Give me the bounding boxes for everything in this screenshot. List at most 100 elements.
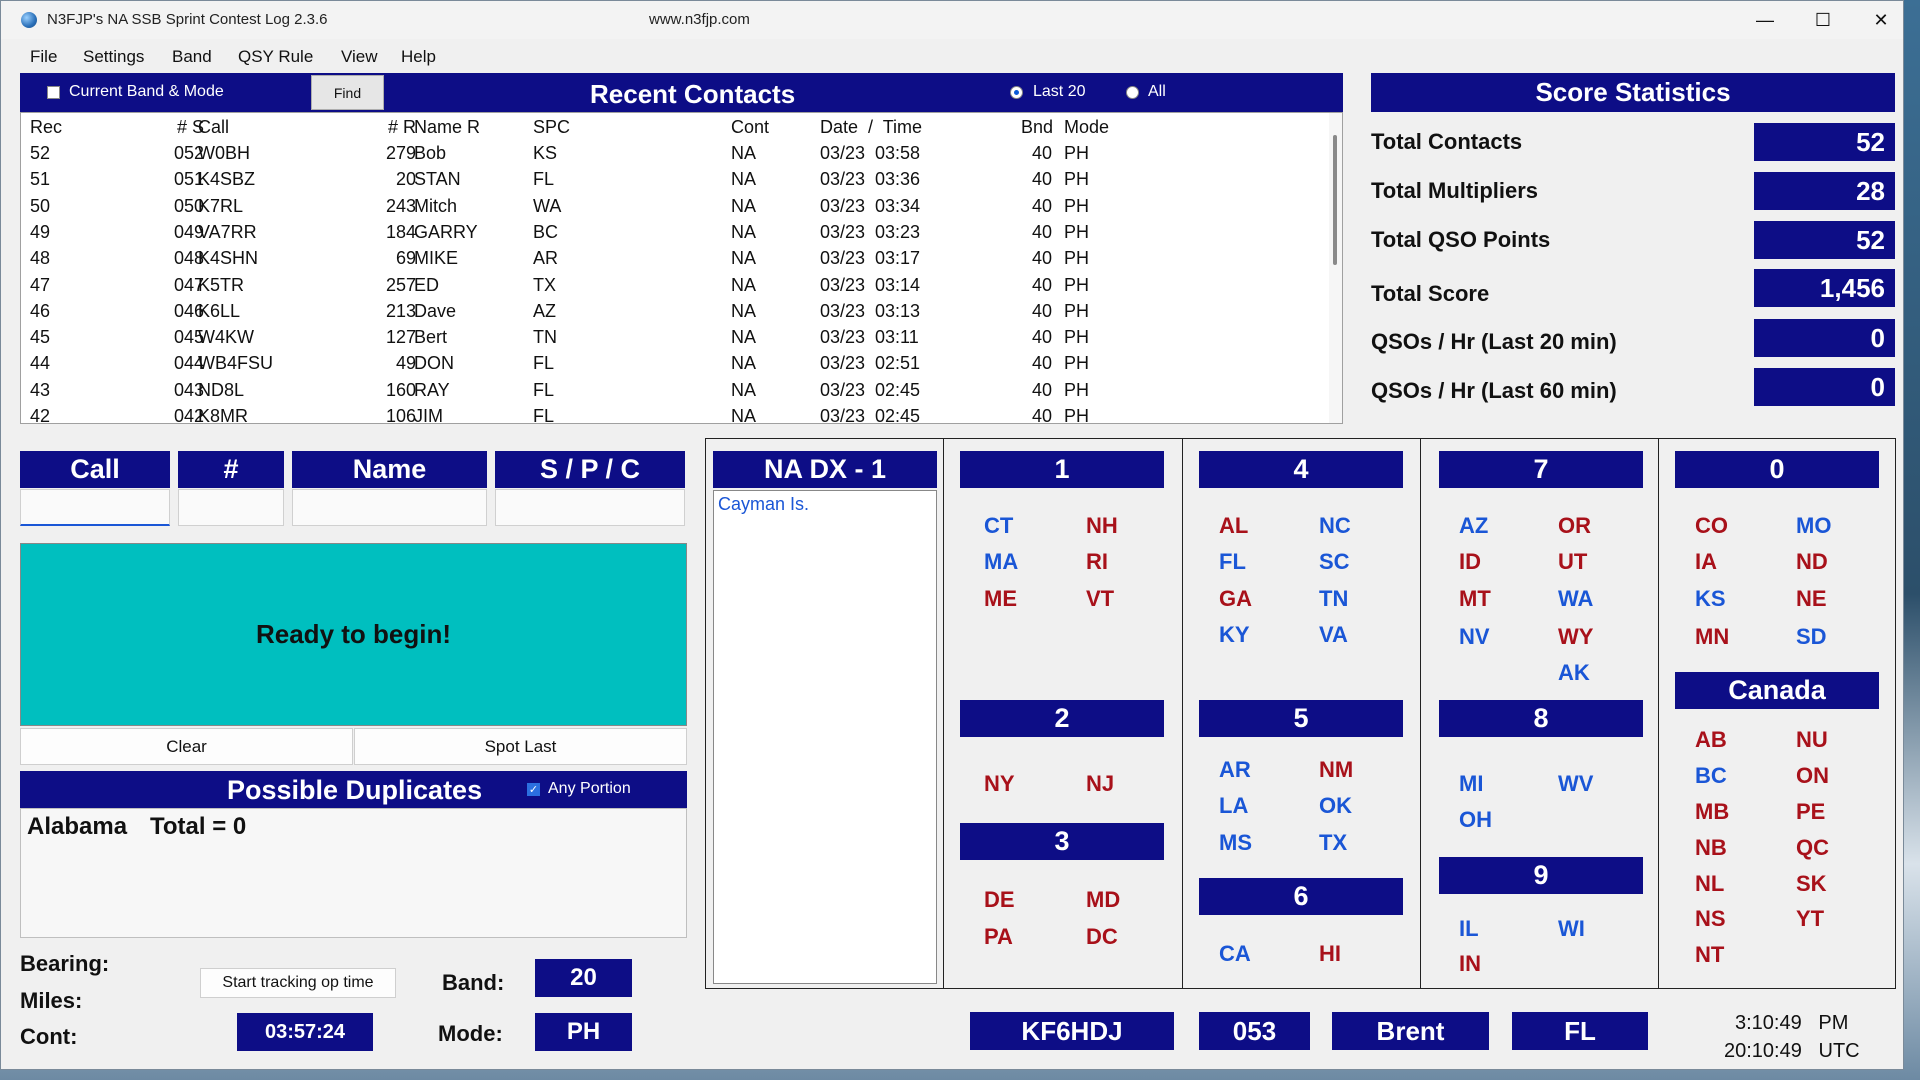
mult-sc[interactable]: SC: [1319, 549, 1350, 575]
close-button[interactable]: ✕: [1852, 1, 1903, 39]
table-row[interactable]: 46 046 K6LL 213 Dave AZ NA 03/23 03:13 40 PH: [21, 299, 1146, 325]
table-row[interactable]: 44 044 WB4FSU 49 DON FL NA 03/23 02:51 40 PH: [21, 351, 1146, 377]
mult-yt[interactable]: YT: [1796, 906, 1824, 932]
mult-dc[interactable]: DC: [1086, 924, 1118, 950]
mult-sd[interactable]: SD: [1796, 624, 1827, 650]
menu-file[interactable]: File: [30, 47, 57, 67]
last20-radio[interactable]: [1010, 86, 1023, 99]
name-input[interactable]: [292, 489, 487, 526]
mult-on[interactable]: ON: [1796, 763, 1829, 789]
mult-ok[interactable]: OK: [1319, 793, 1352, 819]
table-row[interactable]: 51 051 K4SBZ 20 STAN FL NA 03/23 03:36 40 PH: [21, 167, 1146, 193]
col-s[interactable]: # S: [154, 117, 204, 138]
mult-de[interactable]: DE: [984, 887, 1015, 913]
col-r[interactable]: # R: [371, 117, 416, 138]
mult-pe[interactable]: PE: [1796, 799, 1825, 825]
table-row[interactable]: 48 048 K4SHN 69 MIKE AR NA 03/23 03:17 40 PH: [21, 246, 1146, 272]
mult-al[interactable]: AL: [1219, 513, 1248, 539]
menu-help[interactable]: Help: [401, 47, 436, 67]
table-row[interactable]: 43 043 ND8L 160 RAY FL NA 03/23 02:45 40 PH: [21, 378, 1146, 404]
mult-ia[interactable]: IA: [1695, 549, 1717, 575]
mult-ar[interactable]: AR: [1219, 757, 1251, 783]
mult-vt[interactable]: VT: [1086, 586, 1114, 612]
mult-hi[interactable]: HI: [1319, 941, 1341, 967]
col-spc[interactable]: SPC: [533, 117, 570, 138]
mult-ks[interactable]: KS: [1695, 586, 1726, 612]
menu-settings[interactable]: Settings: [83, 47, 144, 67]
mult-nm[interactable]: NM: [1319, 757, 1353, 783]
band-value[interactable]: 20: [535, 959, 632, 997]
mult-nb[interactable]: NB: [1695, 835, 1727, 861]
mult-ny[interactable]: NY: [984, 771, 1015, 797]
number-input[interactable]: [178, 489, 284, 526]
mult-nl[interactable]: NL: [1695, 871, 1724, 897]
mode-value[interactable]: PH: [535, 1013, 632, 1051]
mult-mn[interactable]: MN: [1695, 624, 1729, 650]
mult-ns[interactable]: NS: [1695, 906, 1726, 932]
col-date-time[interactable]: Date / Time: [820, 117, 922, 138]
mult-ab[interactable]: AB: [1695, 727, 1727, 753]
all-radio[interactable]: [1126, 86, 1139, 99]
mult-mo[interactable]: MO: [1796, 513, 1831, 539]
mult-nj[interactable]: NJ: [1086, 771, 1114, 797]
mult-nu[interactable]: NU: [1796, 727, 1828, 753]
mult-fl[interactable]: FL: [1219, 549, 1246, 575]
recent-contacts-grid[interactable]: Rec # S Call # R Name R SPC Cont Date / …: [20, 112, 1343, 424]
current-band-mode-checkbox[interactable]: [47, 86, 60, 99]
table-row[interactable]: 50 050 K7RL 243 Mitch WA NA 03/23 03:34 40 PH: [21, 194, 1146, 220]
mult-me[interactable]: ME: [984, 586, 1017, 612]
maximize-button[interactable]: ☐: [1794, 1, 1852, 39]
mult-ut[interactable]: UT: [1558, 549, 1587, 575]
mult-ca[interactable]: CA: [1219, 941, 1251, 967]
mult-ga[interactable]: GA: [1219, 586, 1252, 612]
table-row[interactable]: 52 052 W0BH 279 Bob KS NA 03/23 03:58 40 PH: [21, 141, 1146, 167]
mult-tx[interactable]: TX: [1319, 830, 1347, 856]
spc-input[interactable]: [495, 489, 685, 526]
mult-nc[interactable]: NC: [1319, 513, 1351, 539]
mult-ms[interactable]: MS: [1219, 830, 1252, 856]
mult-ak[interactable]: AK: [1558, 660, 1590, 686]
col-name-r[interactable]: Name R: [414, 117, 480, 138]
mult-tn[interactable]: TN: [1319, 586, 1348, 612]
mult-id[interactable]: ID: [1459, 549, 1481, 575]
mult-co[interactable]: CO: [1695, 513, 1728, 539]
mult-ma[interactable]: MA: [984, 549, 1018, 575]
spot-last-button[interactable]: Spot Last: [354, 728, 687, 765]
vertical-scrollbar[interactable]: [1329, 113, 1342, 423]
table-row[interactable]: 42 042 K8MR 106 JIM FL NA 03/23 02:45 40 PH: [21, 404, 1146, 423]
table-row[interactable]: 49 049 VA7RR 184 GARRY BC NA 03/23 03:23 40 PH: [21, 220, 1146, 246]
mult-or[interactable]: OR: [1558, 513, 1591, 539]
mult-ct[interactable]: CT: [984, 513, 1013, 539]
mult-pa[interactable]: PA: [984, 924, 1013, 950]
col-rec[interactable]: Rec: [30, 117, 62, 138]
mult-az[interactable]: AZ: [1459, 513, 1488, 539]
mult-va[interactable]: VA: [1319, 622, 1348, 648]
table-row[interactable]: 45 045 W4KW 127 Bert TN NA 03/23 03:11 40 PH: [21, 325, 1146, 351]
mult-md[interactable]: MD: [1086, 887, 1120, 913]
mult-il[interactable]: IL: [1459, 916, 1479, 942]
mult-ky[interactable]: KY: [1219, 622, 1250, 648]
mult-nh[interactable]: NH: [1086, 513, 1118, 539]
minimize-button[interactable]: —: [1736, 1, 1794, 39]
mult-mt[interactable]: MT: [1459, 586, 1491, 612]
mult-sk[interactable]: SK: [1796, 871, 1827, 897]
col-cont[interactable]: Cont: [731, 117, 769, 138]
call-input[interactable]: [20, 489, 170, 526]
col-call[interactable]: Call: [198, 117, 229, 138]
mult-oh[interactable]: OH: [1459, 807, 1492, 833]
mult-qc[interactable]: QC: [1796, 835, 1829, 861]
menu-band[interactable]: Band: [172, 47, 212, 67]
table-row[interactable]: 47 047 K5TR 257 ED TX NA 03/23 03:14 40 PH: [21, 273, 1146, 299]
mult-wi[interactable]: WI: [1558, 916, 1585, 942]
mult-mi[interactable]: MI: [1459, 771, 1483, 797]
mult-wy[interactable]: WY: [1558, 624, 1593, 650]
mult-nt[interactable]: NT: [1695, 942, 1724, 968]
start-tracking-button[interactable]: Start tracking op time: [200, 968, 396, 998]
col-bnd[interactable]: Bnd: [1021, 117, 1053, 138]
nadx-item[interactable]: Cayman Is.: [718, 494, 809, 515]
mult-wv[interactable]: WV: [1558, 771, 1593, 797]
scrollbar-thumb[interactable]: [1333, 135, 1337, 265]
mult-la[interactable]: LA: [1219, 793, 1248, 819]
clear-button[interactable]: Clear: [20, 728, 353, 765]
mult-wa[interactable]: WA: [1558, 586, 1593, 612]
